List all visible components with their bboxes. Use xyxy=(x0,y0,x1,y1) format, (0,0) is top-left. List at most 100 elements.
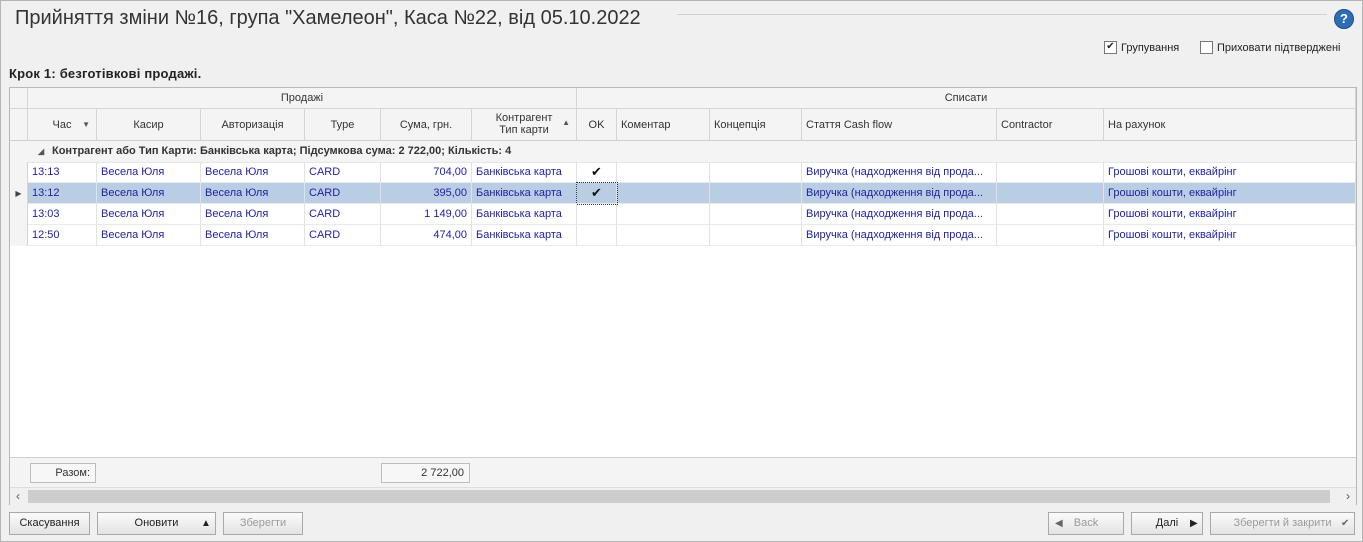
band-sales: Продажі xyxy=(28,88,577,109)
grid-footer: Разом: 2 722,00 xyxy=(10,457,1356,488)
checkmark-icon: ✔ xyxy=(1341,518,1350,529)
cell-time[interactable]: 13:13 xyxy=(28,162,97,183)
cell-sum[interactable]: 1 149,00 xyxy=(381,204,472,225)
cell-contractor2[interactable] xyxy=(997,162,1104,183)
cell-contractor[interactable]: Банківська карта xyxy=(472,183,577,204)
cell-auth[interactable]: Весела Юля xyxy=(201,183,305,204)
cell-type[interactable]: CARD xyxy=(305,183,381,204)
hide-confirmed-label: Приховати підтверджені xyxy=(1217,41,1341,54)
cell-time[interactable]: 12:50 xyxy=(28,225,97,246)
col-comment[interactable]: Коментар xyxy=(617,109,710,141)
scroll-left-icon[interactable]: ‹ xyxy=(10,488,26,505)
cell-type[interactable]: CARD xyxy=(305,204,381,225)
cell-comment[interactable] xyxy=(617,183,710,204)
group-row-label: Контрагент або Тип Карти: Банківська кар… xyxy=(52,145,512,157)
window-title: Прийняття зміни №16, група "Хамелеон", К… xyxy=(15,7,641,29)
cell-contractor2[interactable] xyxy=(997,183,1104,204)
cell-contractor[interactable]: Банківська карта xyxy=(472,162,577,183)
cell-cashflow[interactable]: Виручка (надходження від прода... xyxy=(802,204,997,225)
cell-auth[interactable]: Весела Юля xyxy=(201,204,305,225)
cell-sum[interactable]: 474,00 xyxy=(381,225,472,246)
footer-total-label: Разом: xyxy=(30,463,96,483)
cell-concept[interactable] xyxy=(710,162,802,183)
cell-time[interactable]: 13:03 xyxy=(28,204,97,225)
col-concept[interactable]: Концепція xyxy=(710,109,802,141)
cell-cashier[interactable]: Весела Юля xyxy=(97,162,201,183)
cell-ok[interactable]: ✔ xyxy=(577,162,617,183)
save-close-button-label: Зберегти й закрити xyxy=(1233,517,1332,529)
sort-down-icon: ▼ xyxy=(82,120,90,129)
table-row[interactable]: 13:03 Весела Юля Весела Юля CARD 1 149,00 Бан… xyxy=(10,204,1356,225)
row-indicator[interactable] xyxy=(10,162,28,183)
cell-auth[interactable]: Весела Юля xyxy=(201,162,305,183)
row-indicator[interactable] xyxy=(10,204,28,225)
save-button[interactable]: Зберегти xyxy=(223,512,303,535)
band-writeoff: Списати xyxy=(577,88,1356,109)
col-contractor-cardtype[interactable]: Контрагент Тип карти ▲ xyxy=(472,109,577,141)
save-close-button[interactable]: Зберегти й закрити ✔ xyxy=(1210,512,1355,535)
row-indicator[interactable] xyxy=(10,225,28,246)
dropdown-up-icon[interactable]: ▲ xyxy=(201,513,211,534)
cell-account[interactable]: Грошові кошти, еквайрінг xyxy=(1104,162,1356,183)
cell-type[interactable]: CARD xyxy=(305,225,381,246)
cell-comment[interactable] xyxy=(617,204,710,225)
grouping-checkbox[interactable]: ✔ Групування xyxy=(1104,41,1179,54)
cell-type[interactable]: CARD xyxy=(305,162,381,183)
header-corner xyxy=(10,109,28,141)
col-ok[interactable]: OK xyxy=(577,109,617,141)
hide-confirmed-checkbox-box[interactable] xyxy=(1200,41,1213,54)
col-cashflow[interactable]: Стаття Cash flow xyxy=(802,109,997,141)
col-type[interactable]: Type xyxy=(305,109,381,141)
cell-cashier[interactable]: Весела Юля xyxy=(97,204,201,225)
cancel-button[interactable]: Скасування xyxy=(9,512,90,535)
table-row[interactable]: ▶ 13:12 Весела Юля Весела Юля CARD 395,00 Банк… xyxy=(10,182,1356,205)
footer-total-value: 2 722,00 xyxy=(381,463,470,483)
cell-concept[interactable] xyxy=(710,204,802,225)
cell-account[interactable]: Грошові кошти, еквайрінг xyxy=(1104,204,1356,225)
help-icon[interactable]: ? xyxy=(1334,9,1354,29)
scroll-right-icon[interactable]: › xyxy=(1340,488,1356,505)
cell-cashflow[interactable]: Виручка (надходження від прода... xyxy=(802,183,997,204)
cell-ok[interactable]: ✔ xyxy=(576,182,618,205)
cell-cashier[interactable]: Весела Юля xyxy=(97,225,201,246)
col-auth[interactable]: Авторизація xyxy=(201,109,305,141)
cell-account[interactable]: Грошові кошти, еквайрінг xyxy=(1104,225,1356,246)
cell-sum[interactable]: 395,00 xyxy=(381,183,472,204)
cell-comment[interactable] xyxy=(617,225,710,246)
cell-ok[interactable] xyxy=(577,204,617,225)
cell-cashflow[interactable]: Виручка (надходження від прода... xyxy=(802,225,997,246)
col-cashier[interactable]: Касир xyxy=(97,109,201,141)
next-button[interactable]: Далі ▶ xyxy=(1131,512,1203,535)
cell-concept[interactable] xyxy=(710,225,802,246)
table-row[interactable]: 12:50 Весела Юля Весела Юля CARD 474,00 Банкі… xyxy=(10,225,1356,246)
col-contractor[interactable]: Contractor xyxy=(997,109,1104,141)
next-arrow-icon: ▶ xyxy=(1190,518,1198,529)
hide-confirmed-checkbox[interactable]: Приховати підтверджені xyxy=(1200,41,1340,54)
row-pointer-icon[interactable]: ▶ xyxy=(10,183,28,204)
grouping-checkbox-box[interactable]: ✔ xyxy=(1104,41,1117,54)
back-button[interactable]: ◀ Back xyxy=(1048,512,1124,535)
cell-comment[interactable] xyxy=(617,162,710,183)
col-account[interactable]: На рахунок xyxy=(1104,109,1356,141)
table-row[interactable]: 13:13 Весела Юля Весела Юля CARD 704,00 Банкі… xyxy=(10,162,1356,183)
collapse-arrow-icon[interactable]: ◢ xyxy=(38,141,44,162)
cell-ok[interactable] xyxy=(577,225,617,246)
cell-contractor[interactable]: Банківська карта xyxy=(472,204,577,225)
cell-concept[interactable] xyxy=(710,183,802,204)
col-time[interactable]: Час ▼ xyxy=(28,109,97,141)
cell-contractor[interactable]: Банківська карта xyxy=(472,225,577,246)
col-sum[interactable]: Сума, грн. xyxy=(381,109,472,141)
cell-cashflow[interactable]: Виручка (надходження від прода... xyxy=(802,162,997,183)
next-button-label: Далі xyxy=(1155,517,1179,529)
scrollbar-thumb[interactable] xyxy=(28,490,1330,503)
cell-auth[interactable]: Весела Юля xyxy=(201,225,305,246)
horizontal-scrollbar[interactable]: ‹ › xyxy=(10,487,1356,505)
cell-contractor2[interactable] xyxy=(997,225,1104,246)
cell-cashier[interactable]: Весела Юля xyxy=(97,183,201,204)
group-row[interactable]: ◢ Контрагент або Тип Карти: Банківська к… xyxy=(10,141,1356,163)
cell-sum[interactable]: 704,00 xyxy=(381,162,472,183)
cell-account[interactable]: Грошові кошти, еквайрінг xyxy=(1104,183,1356,204)
refresh-button[interactable]: Оновити ▲ xyxy=(97,512,216,535)
cell-contractor2[interactable] xyxy=(997,204,1104,225)
cell-time[interactable]: 13:12 xyxy=(28,183,97,204)
